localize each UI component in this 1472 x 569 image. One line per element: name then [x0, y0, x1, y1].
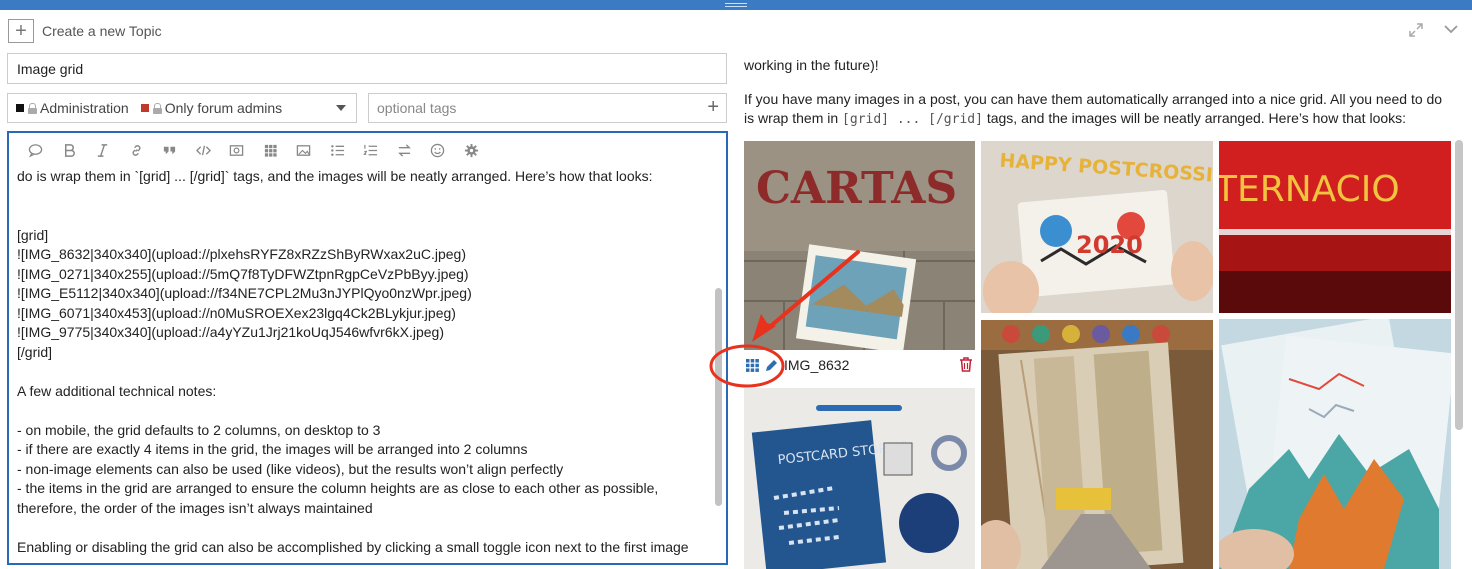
image-caption: IMG_8632	[784, 357, 850, 373]
italic-icon[interactable]	[86, 140, 120, 160]
editor-line: - non-image elements can also be used (l…	[17, 460, 564, 477]
editor-line: ![IMG_6071|340x453](upload://n0MuSROEXex…	[17, 304, 456, 321]
grid-image-happy-postcrossing[interactable]: HAPPY POSTCROSSING 2020	[981, 141, 1213, 313]
editor-toolbar	[9, 133, 726, 167]
editor-line: A few additional technical notes:	[17, 382, 217, 399]
editor-scrollbar[interactable]	[715, 288, 722, 506]
svg-text:2020: 2020	[1076, 231, 1143, 259]
grid-toggle-icon[interactable]	[745, 358, 760, 373]
image-caption-bar: IMG_8632	[744, 352, 976, 378]
chevron-down-icon[interactable]	[1442, 21, 1460, 37]
inline-code: [grid] ... [/grid]	[842, 112, 983, 127]
numbered-list-icon[interactable]	[354, 140, 388, 160]
lock-icon	[152, 102, 162, 114]
link-icon[interactable]	[120, 140, 154, 160]
editor-line: ![IMG_8632|340x340](upload://plxehsRYFZ8…	[17, 246, 467, 262]
grid-image-lisbon-street[interactable]	[981, 320, 1213, 569]
preview-paragraph: If you have many images in a post, you c…	[744, 91, 1443, 127]
grid-image-cartas[interactable]: CARTAS	[744, 141, 975, 350]
editor-line: [/grid]	[17, 343, 53, 360]
grid-image-red-box[interactable]: TERNACIO	[1219, 141, 1451, 313]
swap-icon[interactable]	[388, 140, 422, 160]
category-color-swatch	[16, 104, 24, 112]
preview-scrollbar[interactable]	[1455, 140, 1463, 430]
editor-line: therefore, the order of the images isn’t…	[17, 499, 373, 516]
trash-icon[interactable]	[959, 357, 973, 372]
editor-line: ![IMG_0271|340x255](upload://5mQ7f8TyDFW…	[17, 265, 469, 282]
emoji-icon[interactable]	[421, 140, 455, 160]
tags-input[interactable]: optional tags +	[368, 93, 727, 123]
lock-icon	[28, 102, 37, 114]
editor-line: ![IMG_E5112|340x340](upload://f34NE7CPL2…	[17, 285, 472, 301]
subcategory-color-swatch	[140, 104, 149, 112]
grid-image-postcards-hand[interactable]	[1219, 319, 1451, 569]
bullet-list-icon[interactable]	[321, 140, 355, 160]
caret-down-icon	[336, 105, 346, 111]
category-parent-label: Administration	[40, 100, 129, 116]
svg-text:TERNACIO: TERNACIO	[1219, 169, 1400, 210]
grid-icon[interactable]	[254, 140, 288, 160]
topic-title-input[interactable]	[7, 53, 727, 84]
svg-text:CARTAS: CARTAS	[756, 163, 957, 214]
image-icon[interactable]	[220, 140, 254, 160]
editor-line: [grid]	[17, 226, 49, 243]
editor-line: ![IMG_9775|340x340](upload://a4yYZu1Jrj2…	[17, 324, 444, 340]
category-select[interactable]: Administration Only forum admins	[7, 93, 357, 123]
expand-icon[interactable]	[1408, 22, 1424, 38]
preview-line: working in the future)!	[744, 57, 879, 73]
editor-line: do is wrap them in `[grid] ... [/grid]` …	[17, 168, 653, 184]
composer-editor[interactable]: do is wrap them in `[grid] ... [/grid]` …	[7, 131, 728, 565]
pencil-icon[interactable]	[764, 358, 779, 373]
code-icon[interactable]	[187, 140, 221, 160]
plus-icon[interactable]: +	[8, 19, 34, 43]
quote-icon[interactable]	[153, 140, 187, 160]
category-child-label: Only forum admins	[164, 100, 283, 116]
editor-line: - on mobile, the grid defaults to 2 colu…	[17, 421, 381, 438]
editor-textarea[interactable]: do is wrap them in `[grid] ... [/grid]` …	[17, 167, 707, 557]
gear-icon[interactable]	[455, 140, 489, 160]
editor-line: Enabling or disabling the grid can also …	[17, 538, 689, 555]
plus-icon[interactable]: +	[707, 97, 719, 117]
editor-line: - the items in the grid are arranged to …	[17, 480, 659, 496]
resize-grip[interactable]	[725, 3, 747, 7]
bold-icon[interactable]	[53, 140, 87, 160]
editor-line: - if there are exactly 4 items in the gr…	[17, 441, 528, 457]
speech-bubble-icon[interactable]	[19, 140, 53, 160]
picture-icon[interactable]	[287, 140, 321, 160]
tags-placeholder: optional tags	[377, 100, 457, 116]
composer-top-bar[interactable]	[0, 0, 1472, 10]
grid-image-postcard-stories[interactable]: POSTCARD STORIES	[744, 388, 975, 569]
composer-header: + Create a new Topic	[0, 10, 1472, 50]
composer-title: Create a new Topic	[42, 23, 162, 39]
